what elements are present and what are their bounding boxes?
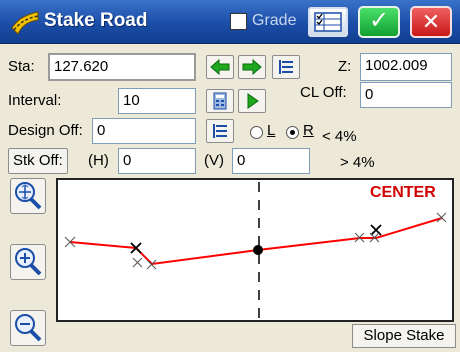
station-list-button[interactable]	[272, 55, 300, 79]
design-off-field[interactable]: 0	[92, 118, 196, 144]
design-off-label: Design Off:	[8, 122, 83, 139]
center-point	[253, 245, 263, 255]
grade-point-markers	[64, 212, 447, 270]
h-label: (H)	[88, 152, 109, 169]
arrow-right-icon	[242, 58, 262, 76]
station-field[interactable]: 127.620	[48, 53, 196, 81]
calculator-button[interactable]	[206, 89, 234, 113]
left-radio[interactable]	[250, 126, 263, 139]
arrow-left-icon	[210, 58, 230, 76]
zoom-out-button[interactable]	[10, 310, 46, 346]
cl-off-field[interactable]: 0	[360, 82, 452, 108]
grade-settings-button[interactable]	[308, 7, 348, 37]
z-label: Z:	[338, 58, 352, 75]
play-button[interactable]	[238, 89, 266, 113]
calculator-icon	[213, 92, 227, 110]
zoom-in-button[interactable]	[10, 244, 46, 280]
title-bar: Stake Road Grade ✓ ✕	[0, 0, 460, 44]
window-title: Stake Road	[44, 10, 148, 31]
station-label: Sta:	[8, 58, 35, 75]
right-radio[interactable]	[286, 126, 299, 139]
interval-field[interactable]: 10	[118, 88, 196, 114]
design-list-button[interactable]	[206, 119, 234, 143]
grade-table-icon	[314, 12, 342, 32]
road-profile-line	[69, 217, 443, 266]
interval-label: Interval:	[8, 92, 62, 109]
center-label: CENTER	[370, 184, 436, 201]
grade-gt-label: > 4%	[340, 154, 375, 171]
close-button[interactable]: ✕	[410, 6, 452, 38]
stake-off-h-field[interactable]: 0	[118, 148, 196, 174]
zoom-extents-button[interactable]	[10, 178, 46, 214]
cl-off-label: CL Off:	[300, 84, 347, 101]
next-station-button[interactable]	[238, 55, 266, 79]
play-icon	[247, 93, 259, 109]
zoom-in-icon	[15, 248, 42, 276]
z-field[interactable]: 1002.009	[360, 53, 452, 81]
previous-station-button[interactable]	[206, 55, 234, 79]
close-icon: ✕	[421, 9, 441, 34]
grade-checkbox[interactable]	[230, 13, 247, 30]
grade-label: Grade	[252, 12, 297, 29]
grade-lt-label: < 4%	[322, 128, 357, 145]
left-radio-label: L	[267, 122, 276, 139]
zoom-out-icon	[15, 314, 42, 342]
list-icon	[279, 60, 293, 74]
stake-off-button[interactable]: Stk Off:	[8, 148, 68, 174]
zoom-extents-icon	[15, 182, 42, 210]
list-icon	[213, 124, 227, 138]
road-app-icon	[11, 11, 39, 35]
right-radio-label: R	[303, 122, 314, 139]
checkmark-icon: ✓	[368, 7, 390, 34]
stake-off-v-field[interactable]: 0	[232, 148, 310, 174]
v-label: (V)	[204, 152, 224, 169]
slope-stake-button[interactable]: Slope Stake	[352, 324, 456, 348]
ok-button[interactable]: ✓	[358, 6, 400, 38]
